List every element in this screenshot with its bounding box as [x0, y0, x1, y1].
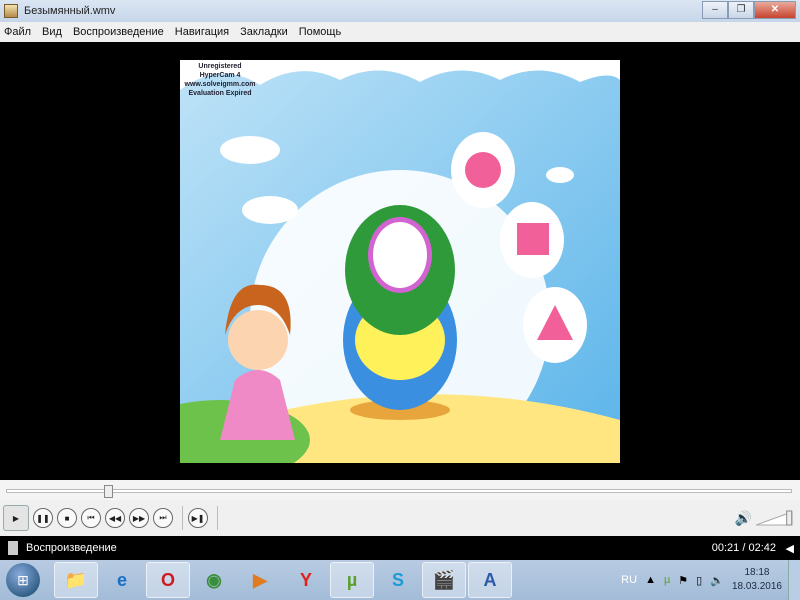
forward-button[interactable]: ▶▶: [129, 508, 149, 528]
seek-track[interactable]: [6, 489, 792, 493]
seek-thumb[interactable]: [104, 485, 114, 498]
divider: [182, 506, 183, 530]
stop-button[interactable]: ■: [57, 508, 77, 528]
playback-controls: ▶ ❚❚ ■ ⏮ ◀◀ ▶▶ ⏭ ▶❚ 🔊: [0, 500, 800, 536]
watermark-line: Unregistered HyperCam 4: [198, 63, 242, 79]
taskbar: ⊞ 📁 e O ◉ ▶ Yµ S 🎬 A RU ▲ µ ⚑ ▯ 🔈 18:18 18.03.20…: [0, 560, 800, 600]
taskbar-internet-explorer[interactable]: e: [100, 562, 144, 598]
next-button[interactable]: ⏭: [153, 508, 173, 528]
windows-logo-icon: ⊞: [17, 571, 29, 588]
volume-tray-icon[interactable]: 🔈: [710, 574, 724, 587]
menu-navigate[interactable]: Навигация: [175, 26, 229, 38]
seek-bar[interactable]: [0, 480, 800, 500]
volume-slider[interactable]: [756, 510, 794, 526]
watermark-line: www.solveigmm.com: [184, 81, 256, 88]
divider: [217, 506, 218, 530]
previous-icon: ⏮: [87, 513, 95, 522]
status-bar: Воспроизведение 00:21 / 02:42 ◀: [0, 536, 800, 560]
menu-bar: Файл Вид Воспроизведение Навигация Закла…: [0, 22, 800, 42]
minimize-button[interactable]: –: [702, 1, 728, 19]
language-indicator[interactable]: RU: [621, 574, 637, 586]
rewind-button[interactable]: ◀◀: [105, 508, 125, 528]
yandex-icon: Y: [299, 569, 312, 590]
taskbar-yandex[interactable]: Y: [284, 562, 328, 598]
menu-help[interactable]: Помощь: [299, 26, 342, 38]
mute-icon[interactable]: ◀: [786, 542, 794, 555]
status-text: Воспроизведение: [26, 542, 117, 554]
cartoon-scene: [130, 60, 620, 480]
time-display: 00:21 / 02:42: [711, 542, 776, 554]
menu-view[interactable]: Вид: [42, 26, 62, 38]
volume-icon[interactable]: 🔊: [735, 510, 752, 527]
frame-step-button[interactable]: ▶❚: [188, 508, 208, 528]
taskbar-media-player[interactable]: ▶: [238, 562, 282, 598]
play-button[interactable]: ▶: [3, 505, 29, 531]
maximize-button[interactable]: ❐: [728, 1, 754, 19]
flag-icon[interactable]: ⚑: [678, 574, 688, 587]
video-frame: Unregistered HyperCam 4 www.solveigmm.co…: [130, 60, 620, 480]
file-icon: [8, 541, 18, 555]
chrome-icon: ◉: [206, 569, 222, 590]
previous-button[interactable]: ⏮: [81, 508, 101, 528]
watermark: Unregistered HyperCam 4 www.solveigmm.co…: [180, 62, 260, 98]
taskbar-word[interactable]: A: [468, 562, 512, 598]
video-area[interactable]: Unregistered HyperCam 4 www.solveigmm.co…: [0, 42, 800, 480]
stop-icon: ■: [64, 513, 70, 523]
play-icon: ▶: [12, 513, 20, 523]
pause-button[interactable]: ❚❚: [33, 508, 53, 528]
network-icon[interactable]: ▯: [696, 574, 702, 587]
utorrent-icon: µ: [346, 569, 358, 590]
media-player-classic-icon: 🎬: [432, 569, 456, 590]
menu-file[interactable]: Файл: [4, 26, 31, 38]
rewind-icon: ◀◀: [108, 513, 122, 523]
clock[interactable]: 18:18 18.03.2016: [732, 566, 782, 594]
show-desktop-button[interactable]: [788, 560, 800, 600]
clock-time: 18:18: [744, 567, 770, 578]
forward-icon: ▶▶: [132, 513, 146, 523]
taskbar-utorrent[interactable]: µ: [330, 562, 374, 598]
show-hidden-icons[interactable]: ▲: [645, 574, 656, 586]
taskbar-explorer[interactable]: 📁: [54, 562, 98, 598]
opera-icon: O: [160, 569, 175, 590]
taskbar-opera[interactable]: O: [146, 562, 190, 598]
menu-bookmarks[interactable]: Закладки: [240, 26, 288, 38]
app-icon: [4, 4, 18, 18]
system-tray: RU ▲ µ ⚑ ▯ 🔈 18:18 18.03.2016: [621, 560, 800, 600]
next-icon: ⏭: [159, 513, 167, 522]
taskbar-media-player-classic[interactable]: 🎬: [422, 562, 466, 598]
pause-icon: ❚❚: [36, 513, 50, 523]
title-bar: Безымянный.wmv – ❐ ✕: [0, 0, 800, 22]
clock-date: 18.03.2016: [731, 581, 782, 592]
internet-explorer-icon: e: [116, 569, 127, 590]
explorer-icon: 📁: [64, 569, 88, 590]
skype-icon: S: [391, 569, 404, 590]
watermark-line: Evaluation Expired: [188, 90, 252, 97]
word-icon: A: [483, 569, 497, 590]
menu-playback[interactable]: Воспроизведение: [73, 26, 164, 38]
frame-step-icon: ▶❚: [191, 513, 205, 523]
utorrent-tray-icon[interactable]: µ: [664, 574, 670, 586]
taskbar-chrome[interactable]: ◉: [192, 562, 236, 598]
window-title: Безымянный.wmv: [24, 5, 116, 17]
start-button[interactable]: ⊞: [6, 563, 40, 597]
media-player-icon: ▶: [253, 569, 267, 590]
close-button[interactable]: ✕: [754, 1, 796, 19]
taskbar-skype[interactable]: S: [376, 562, 420, 598]
